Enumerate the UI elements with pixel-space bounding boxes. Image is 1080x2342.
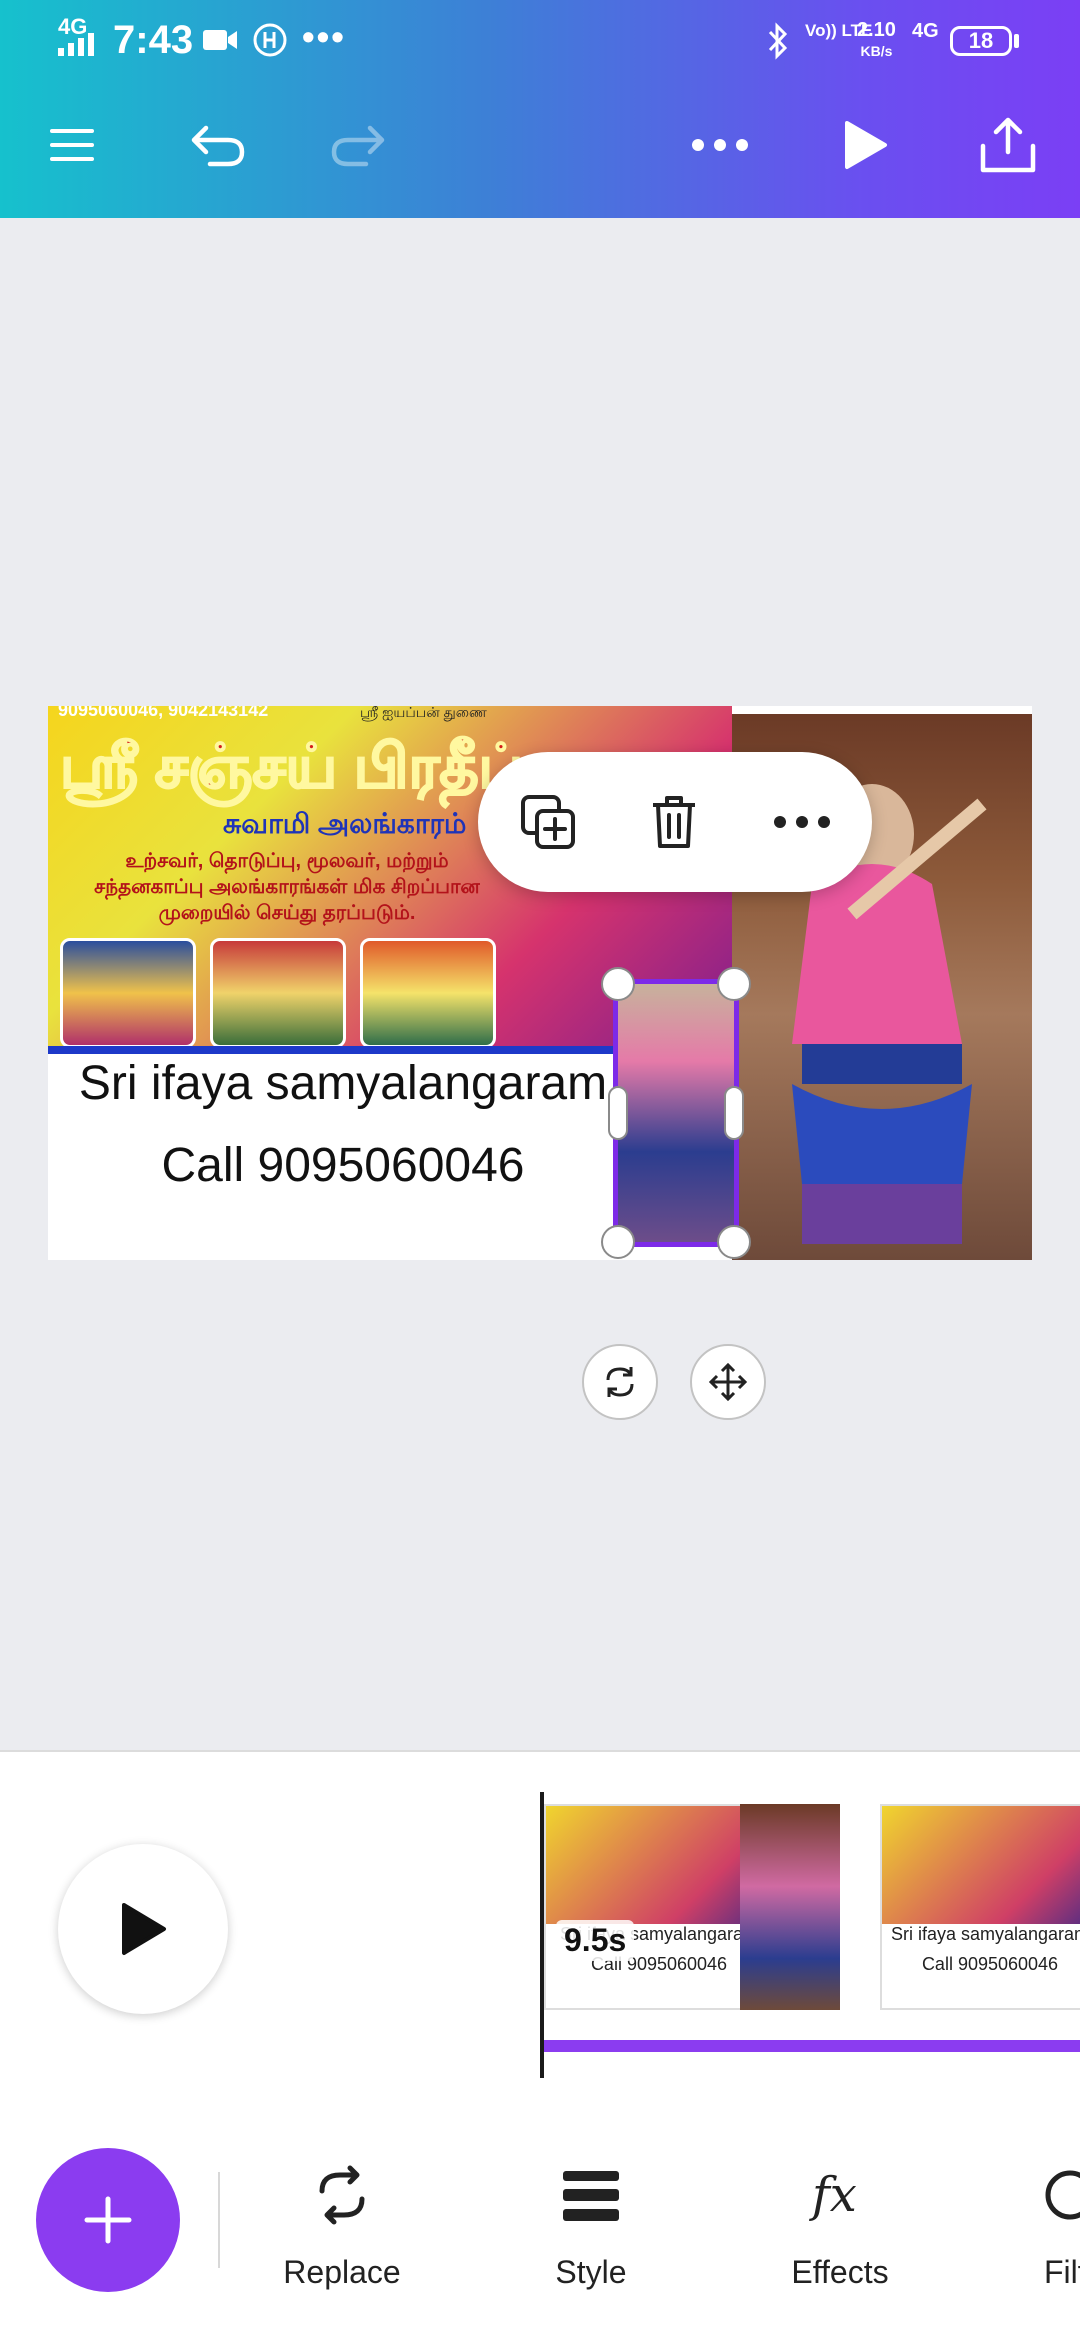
caption-phone[interactable]: Call 9095060046	[48, 1138, 638, 1193]
network-speed: 2.10 KB/s	[857, 20, 896, 61]
battery-level: 18	[968, 28, 994, 53]
duplicate-icon	[521, 795, 575, 849]
resize-handle-top-right[interactable]	[717, 967, 751, 1001]
timeline-play-button[interactable]	[58, 1844, 228, 2014]
editor-toolbar	[0, 100, 1080, 190]
redo-button[interactable]	[318, 100, 398, 190]
banner-line-2: சந்தனகாப்பு அலங்காரங்கள் மிக சிறப்பான	[94, 876, 480, 898]
menu-button[interactable]	[32, 100, 112, 190]
effects-icon: fx	[809, 2167, 857, 2223]
share-button[interactable]	[968, 100, 1048, 190]
deity-photo-3	[360, 938, 496, 1048]
battery-tip	[1014, 34, 1019, 48]
app-header: 4G 7:43 ••• Vo)) LTE 2.10 KB/s 4G 18	[0, 0, 1080, 218]
replace-action[interactable]: Replace	[257, 2150, 427, 2300]
hotspot-icon	[253, 23, 287, 57]
trash-icon	[653, 796, 695, 848]
style-icon	[563, 2171, 619, 2221]
replace-label: Replace	[283, 2254, 401, 2290]
clip-thumbnail-2[interactable]: Sri ifaya samyalangaram Call 9095060046	[880, 1804, 1080, 2010]
deity-photo-1	[60, 938, 196, 1048]
banner-phone: 9095060046, 9042143142	[58, 706, 269, 720]
more-options-context-button[interactable]	[762, 782, 842, 862]
play-icon	[122, 1903, 166, 1955]
style-action[interactable]: Style	[506, 2150, 676, 2300]
preview-play-button[interactable]	[826, 100, 906, 190]
banner-subheading: சுவாமி அலங்காரம்	[223, 808, 467, 839]
resize-handle-left[interactable]	[608, 1086, 628, 1140]
replace-icon	[319, 2165, 365, 2225]
effects-action[interactable]: fx Effects	[755, 2150, 925, 2300]
style-label: Style	[555, 2254, 627, 2290]
banner-line-1: உற்சவர், தொடுப்பு, மூலவர், மற்றும்	[125, 850, 449, 872]
effects-label: Effects	[791, 2254, 889, 2290]
network-speed-unit: KB/s	[860, 43, 893, 59]
clock: 7:43	[113, 18, 194, 62]
clip-thumbnail-statue[interactable]	[740, 1804, 840, 2010]
more-notifications: •••	[302, 16, 346, 57]
menu-icon	[50, 129, 94, 161]
caption-title[interactable]: Sri ifaya samyalangaram	[48, 1056, 638, 1111]
bluetooth-icon	[768, 22, 788, 60]
filters-action[interactable]: Filters	[1000, 2150, 1080, 2300]
status-bar: 4G 7:43 ••• Vo)) LTE 2.10 KB/s 4G 18	[0, 0, 1080, 84]
clip-duration: 9.5s	[556, 1920, 635, 1961]
add-element-button[interactable]	[36, 2148, 180, 2292]
deity-photo-2	[210, 938, 346, 1048]
more-icon	[774, 816, 830, 828]
rotate-button[interactable]	[582, 1344, 658, 1420]
duplicate-button[interactable]	[508, 782, 588, 862]
resize-handle-bottom-right[interactable]	[717, 1225, 751, 1259]
rotate-icon	[606, 1367, 634, 1397]
selected-image-element[interactable]	[613, 979, 739, 1247]
resize-handle-right[interactable]	[724, 1086, 744, 1140]
resize-handle-bottom-left[interactable]	[601, 1225, 635, 1259]
clip-2-phone: Call 9095060046	[921, 1954, 1059, 1974]
share-icon	[980, 117, 1036, 173]
undo-icon	[191, 125, 245, 167]
clip-thumbnail-2-image	[882, 1806, 1080, 1924]
battery-icon: 18	[950, 26, 1012, 56]
more-icon	[692, 139, 748, 151]
filters-label: Filters	[1044, 2254, 1080, 2290]
svg-text:fx: fx	[809, 2167, 857, 2223]
timeline-clips[interactable]: Sri ifaya samyalangaram Call 9095060046 …	[544, 1804, 1080, 2010]
lte-indicator: 4G	[912, 20, 939, 42]
clip-2-caption: Sri ifaya samyalangaram	[890, 1924, 1080, 1944]
clip-thumbnail-1-image	[546, 1806, 772, 1924]
move-button[interactable]	[690, 1344, 766, 1420]
video-camera-icon	[203, 30, 237, 50]
more-options-button[interactable]	[680, 100, 760, 190]
toolbar-divider	[218, 2172, 220, 2268]
move-icon	[708, 1362, 748, 1402]
signal-icon	[58, 33, 94, 56]
banner-topline: ஸ்ரீ ஐயப்பன் துணை	[360, 706, 487, 720]
resize-handle-top-left[interactable]	[601, 967, 635, 1001]
filters-icon	[1045, 2170, 1080, 2220]
banner-heading: ஸ்ரீ சஞ்சய் பிரதீப்	[59, 732, 524, 801]
play-icon	[845, 121, 887, 169]
banner-line-3: முறையில் செய்து தரப்படும்.	[158, 902, 416, 924]
redo-icon	[331, 125, 385, 167]
playhead[interactable]	[540, 1792, 544, 2078]
plus-icon	[84, 2196, 132, 2244]
delete-button[interactable]	[634, 782, 714, 862]
undo-button[interactable]	[178, 100, 258, 190]
network-speed-value: 2.10	[857, 19, 896, 41]
timeline-track[interactable]	[544, 2040, 1080, 2052]
element-context-menu	[478, 752, 872, 892]
